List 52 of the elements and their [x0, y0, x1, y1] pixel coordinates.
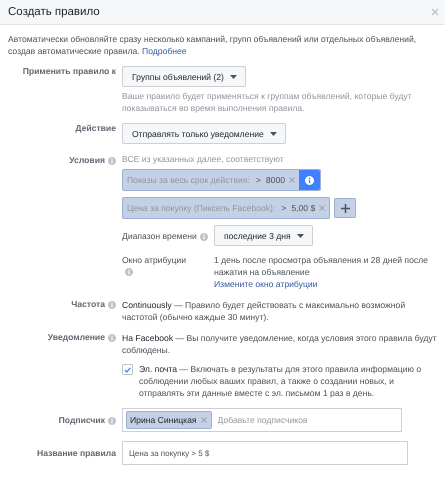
field-label: Частота	[71, 299, 105, 309]
checkbox[interactable]	[122, 364, 133, 375]
dialog-title: Создать правило	[8, 6, 100, 18]
remove-icon	[289, 177, 296, 183]
checkmark-icon	[124, 366, 131, 372]
caret-icon	[296, 234, 304, 238]
field-label: Уведомление	[48, 332, 105, 342]
field-label: Подписчик	[58, 415, 105, 425]
caret-icon	[270, 132, 277, 136]
subscriber-field[interactable]: Ирина Синицкая Добавьте подписчиков	[122, 408, 402, 432]
filter-metric: Показы за весь срок действия:	[127, 175, 250, 185]
caret-icon	[230, 74, 237, 78]
field-label: Диапазон времени	[122, 230, 197, 240]
info-button[interactable]	[299, 170, 320, 190]
field-label: Применить правило к	[22, 66, 116, 76]
subscriber-token[interactable]: Ирина Синицкая	[126, 411, 212, 429]
apply-to-dropdown[interactable]: Группы объявлений (2)	[122, 66, 246, 87]
email-option-text: Эл. почта — Включать в результаты для этого правила информацию о соблюдении любых ваших правил, а также о создании новых, и отправлять эти данные вместе с эл. письмом 1 раз в день.	[139, 363, 422, 399]
info-icon	[108, 301, 116, 309]
info-icon	[108, 417, 116, 425]
intro-text: Автоматически обновляйте сразу несколько кампаний, групп объявлений или отдельных объявлений, создав автоматические правила. Подробнее	[8, 33, 418, 57]
time-range-dropdown[interactable]: последние 3 дня	[214, 225, 313, 246]
filter-value: 5,00 $	[291, 203, 316, 213]
filter-value: 8000	[266, 175, 286, 185]
learn-more-link[interactable]: Подробнее	[142, 46, 187, 56]
info-icon	[200, 232, 208, 240]
filter-token[interactable]: Показы за весь срок действия: > 8000	[122, 169, 322, 191]
field-label: Окно атрибуции	[122, 255, 186, 265]
attribution-text: 1 день после просмотра объявления и 28 дней после нажатия на объявление	[214, 254, 429, 278]
notification-text: На Facebook — Вы получите уведомление, когда условия этого правила будут соблюдены.	[122, 332, 437, 356]
plus-icon	[340, 204, 350, 212]
filter-token[interactable]: Цена за покупку (Пиксель Facebook): > 5,00 $	[122, 197, 330, 219]
add-filter-button[interactable]	[334, 198, 356, 218]
action-dropdown[interactable]: Отправлять только уведомление	[122, 123, 286, 144]
field-label: Условия	[69, 155, 105, 165]
frequency-text: Continuously — Правило будет действовать с максимально возможной частотой (обычно каждые 30 минут).	[122, 299, 406, 323]
filter-metric: Цена за покупку (Пиксель Facebook):	[127, 203, 276, 213]
conditions-summary: ВСЕ из указанных далее, соответствуют	[122, 153, 285, 166]
filter-operator: >	[256, 175, 261, 185]
change-attribution-link[interactable]: Измените окно атрибуции	[214, 279, 318, 289]
filter-operator: >	[281, 203, 286, 213]
info-icon	[305, 176, 314, 184]
close-icon	[431, 8, 439, 16]
remove-icon	[319, 205, 326, 211]
field-label: Действие	[75, 123, 116, 133]
info-icon	[125, 268, 133, 276]
rule-name-field[interactable]: Цена за покупку > 5 $	[122, 441, 408, 465]
hint-text: Ваше правило будет применяться к группам объявлений, которые будут показываться во время выполнения правила.	[122, 90, 413, 114]
info-icon	[108, 334, 116, 342]
info-icon	[108, 157, 116, 165]
field-label: Название правила	[37, 448, 116, 458]
remove-icon	[200, 417, 207, 423]
